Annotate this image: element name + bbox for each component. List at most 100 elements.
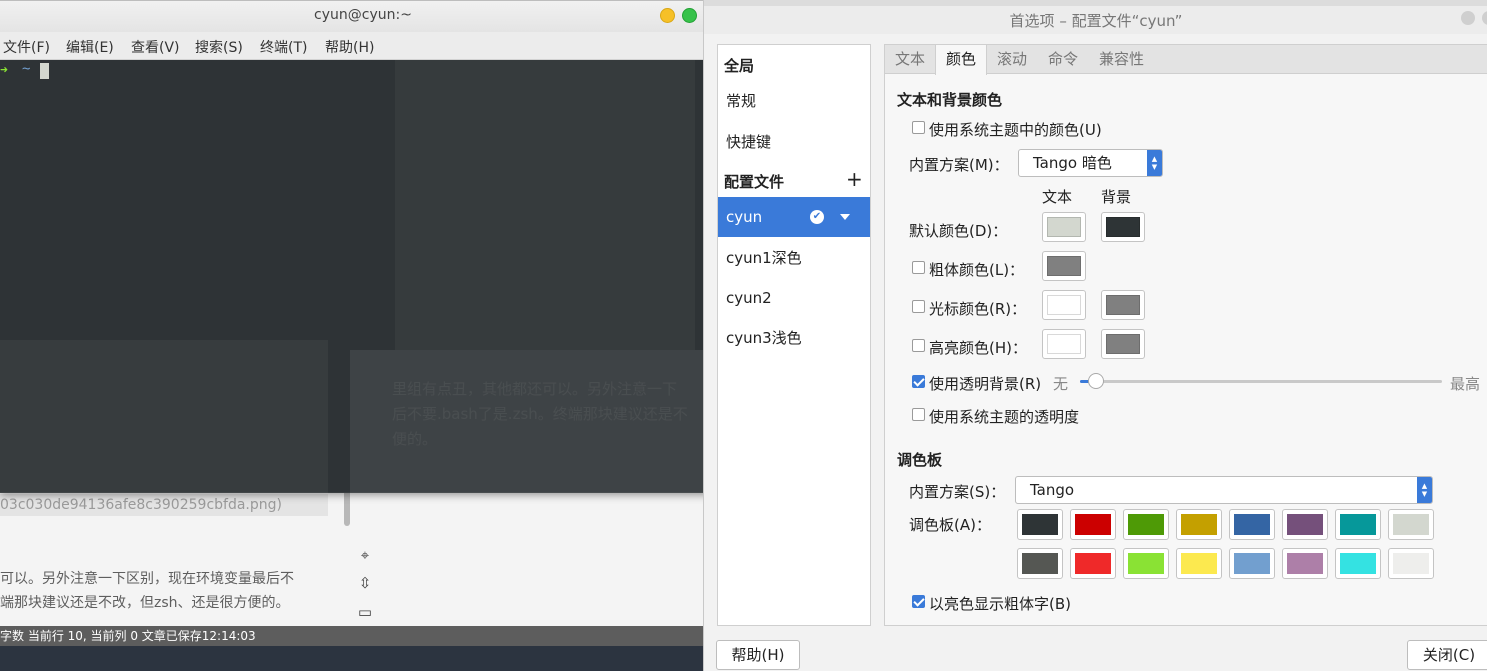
terminal-title: cyun@cyun:~ [314,7,412,23]
sidebar-item-profile-cyun3[interactable]: cyun3浅色 [718,318,870,358]
bold-text-color-button[interactable] [1042,251,1086,281]
palette-color-button[interactable] [1070,509,1116,540]
color-swatch [1047,295,1081,315]
color-swatch [1393,553,1429,574]
menu-file[interactable]: 文件(F) [3,37,50,57]
profile-menu-arrow-icon[interactable] [840,214,850,220]
bold-bright-checkbox[interactable] [912,595,925,608]
use-system-colors-label[interactable]: 使用系统主题中的颜色(U) [929,119,1102,140]
palette-color-button[interactable] [1229,509,1275,540]
close-dialog-button[interactable]: 关闭(C) [1407,640,1487,670]
use-system-colors-checkbox[interactable] [912,121,925,134]
maximize-button[interactable] [682,8,697,23]
menu-help[interactable]: 帮助(H) [325,37,374,57]
sidebar-item-shortcuts[interactable]: 快捷键 [718,122,870,162]
column-text-label: 文本 [1042,188,1073,206]
color-swatch [1393,514,1429,535]
minimize-button[interactable] [1461,11,1475,25]
section-palette: 调色板 [897,451,943,469]
default-bg-color-button[interactable] [1101,212,1145,242]
sidebar-item-general[interactable]: 常规 [718,81,870,121]
transparency-slider-handle[interactable] [1088,373,1104,389]
help-button[interactable]: 帮助(H) [716,640,800,670]
system-transparency-label[interactable]: 使用系统主题的透明度 [929,406,1079,427]
desktop-wallpaper [0,646,703,671]
palette-color-button[interactable] [1123,548,1169,579]
preferences-title: 首选项 – 配置文件“cyun” [1009,12,1183,30]
palette-color-button[interactable] [1017,548,1063,579]
sidebar-item-profile-cyun1[interactable]: cyun1深色 [718,238,870,278]
editor-image-link[interactable]: 03c030de94136afe8c390259cbfda.png) [0,494,328,516]
text-cursor [40,63,49,79]
bold-bright-label[interactable]: 以亮色显示粗体字(B) [929,593,1071,614]
locate-icon[interactable]: ⌖ [356,546,374,564]
add-profile-button[interactable]: + [846,169,863,189]
preferences-sidebar: 全局 常规 快捷键 配置文件 + cyun ✔ cyun1深色 cyun2 cy… [717,44,871,626]
cursor-bg-color-button[interactable] [1101,290,1145,320]
terminal-titlebar[interactable]: cyun@cyun:~ [0,1,726,32]
palette-color-button[interactable] [1176,509,1222,540]
tab-text[interactable]: 文本 [885,45,935,74]
palette-color-button[interactable] [1070,548,1116,579]
section-text-bg-colors: 文本和背景颜色 [897,91,1003,109]
editor-text-line: 可以。另外注意一下区别，现在环境变量最后不 [0,571,294,587]
palette-color-button[interactable] [1176,548,1222,579]
minimize-button[interactable] [660,8,675,23]
menu-search[interactable]: 搜索(S) [195,37,243,57]
cursor-color-label[interactable]: 光标颜色(R)： [929,298,1026,319]
preferences-titlebar[interactable]: 首选项 – 配置文件“cyun” [704,6,1487,34]
color-swatch [1106,334,1140,354]
palette-color-button[interactable] [1282,548,1328,579]
palette-scheme-select[interactable]: Tango ▲ ▼ [1015,476,1433,504]
prompt-directory: ~ [22,61,31,77]
color-swatch [1047,256,1081,276]
menu-view[interactable]: 查看(V) [131,37,180,57]
palette-color-button[interactable] [1335,548,1381,579]
preferences-dialog: 首选项 – 配置文件“cyun” 全局 常规 快捷键 配置文件 + cyun ✔… [703,0,1487,671]
palette-color-button[interactable] [1229,548,1275,579]
palette-color-button[interactable] [1017,509,1063,540]
color-swatch [1128,514,1164,535]
tab-colors[interactable]: 颜色 [935,45,988,75]
ghost-text: 后不要.bash了是.zsh。终端那块建议还是不 [392,405,688,423]
sidebar-item-profile-cyun[interactable]: cyun ✔ [718,197,870,237]
cursor-text-color-button[interactable] [1042,290,1086,320]
highlight-color-checkbox[interactable] [912,339,925,352]
tab-scrolling[interactable]: 滚动 [987,45,1037,74]
sidebar-header-global: 全局 [724,57,755,75]
builtin-scheme-value: Tango 暗色 [1033,154,1112,172]
bold-color-checkbox[interactable] [912,261,925,274]
highlight-color-label[interactable]: 高亮颜色(H)： [929,337,1027,358]
highlight-bg-color-button[interactable] [1101,329,1145,359]
system-transparency-checkbox[interactable] [912,408,925,421]
cursor-color-checkbox[interactable] [912,300,925,313]
color-swatch [1234,514,1270,535]
menu-edit[interactable]: 编辑(E) [66,37,114,57]
palette-color-button[interactable] [1282,509,1328,540]
palette-color-button[interactable] [1388,548,1434,579]
tab-compatibility[interactable]: 兼容性 [1089,45,1154,74]
sidebar-item-profile-cyun2[interactable]: cyun2 [718,278,870,318]
default-text-color-button[interactable] [1042,212,1086,242]
transparency-slider-track[interactable] [1080,380,1442,383]
tab-command[interactable]: 命令 [1038,45,1088,74]
color-swatch [1340,553,1376,574]
palette-color-button[interactable] [1123,509,1169,540]
preview-icon[interactable]: ▭ [356,603,374,621]
sync-scroll-icon[interactable]: ⇳ [356,574,374,592]
palette-color-button[interactable] [1335,509,1381,540]
profile-name: cyun [726,208,763,226]
color-swatch [1106,295,1140,315]
palette-color-button[interactable] [1388,509,1434,540]
terminal-output[interactable]: 里组有点丑，其他都还可以。另外注意一下 后不要.bash了是.zsh。终端那块建… [0,60,726,493]
bold-color-label[interactable]: 粗体颜色(L)： [929,259,1024,280]
transparent-bg-label[interactable]: 使用透明背景(R) [929,373,1041,394]
color-swatch [1181,553,1217,574]
transparent-bg-checkbox[interactable] [912,375,925,388]
highlight-text-color-button[interactable] [1042,329,1086,359]
builtin-scheme-select[interactable]: Tango 暗色 ▲ ▼ [1018,149,1163,177]
color-swatch [1128,553,1164,574]
palette-scheme-value: Tango [1030,481,1075,499]
menu-terminal[interactable]: 终端(T) [260,37,307,57]
terminal-window[interactable]: cyun@cyun:~ 文件(F) 编辑(E) 查看(V) 搜索(S) 终端(T… [0,0,727,493]
